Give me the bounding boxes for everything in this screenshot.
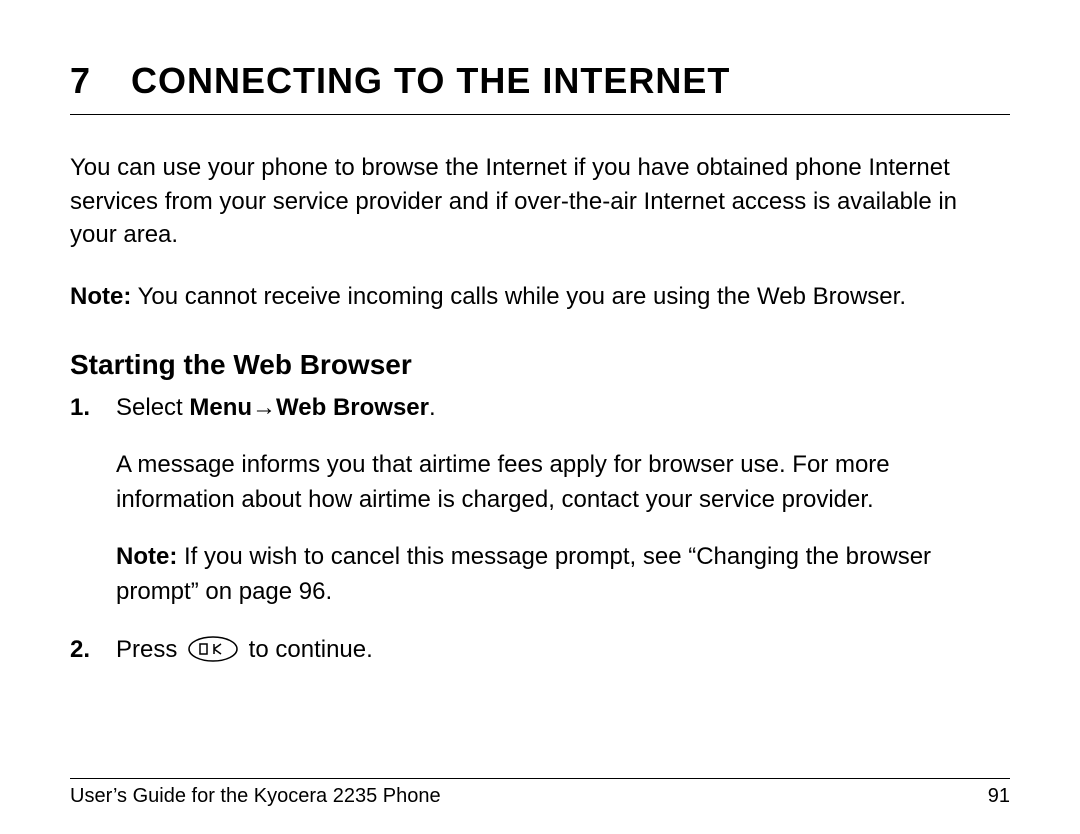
select-text: Select [116,394,189,421]
step-number: 2. [70,633,116,668]
intro-paragraph: You can use your phone to browse the Int… [70,151,1010,252]
menu-word: Menu [189,394,252,421]
step-list: 1. Select Menu → Web Browser. A message … [70,391,1010,668]
footer-page-number: 91 [988,785,1010,808]
step-1-para-2: A message informs you that airtime fees … [116,448,1010,518]
step-1-note: Note: If you wish to cancel this message… [116,540,1010,610]
period: . [429,394,436,421]
step-number: 1. [70,391,116,609]
step-note-text: If you wish to cancel this message promp… [116,543,931,605]
step-1-line-1: Select Menu → Web Browser. [116,391,1010,426]
arrow-icon: → [252,391,276,426]
step-body: Select Menu → Web Browser. A message inf… [116,391,1010,609]
step-body: Press to continue. [116,633,1010,668]
continue-text: to continue. [242,636,373,663]
note-text: You cannot receive incoming calls while … [131,283,906,310]
menu-target: Web Browser [276,394,429,421]
step-2: 2. Press to continue. [70,633,1010,668]
step-1: 1. Select Menu → Web Browser. A message … [70,391,1010,609]
chapter-number: 7 [70,60,91,102]
step-note-label: Note: [116,543,177,570]
chapter-heading: 7 Connecting to the Internet [70,60,1010,115]
step-2-line: Press to continue. [116,633,1010,668]
ok-key-icon [188,636,238,662]
press-text: Press [116,636,184,663]
section-heading: Starting the Web Browser [70,349,1010,381]
chapter-title: Connecting to the Internet [131,60,730,102]
footer-left: User’s Guide for the Kyocera 2235 Phone [70,785,441,808]
note-paragraph: Note: You cannot receive incoming calls … [70,280,1010,314]
page-footer: User’s Guide for the Kyocera 2235 Phone … [70,778,1010,808]
note-label: Note: [70,283,131,310]
